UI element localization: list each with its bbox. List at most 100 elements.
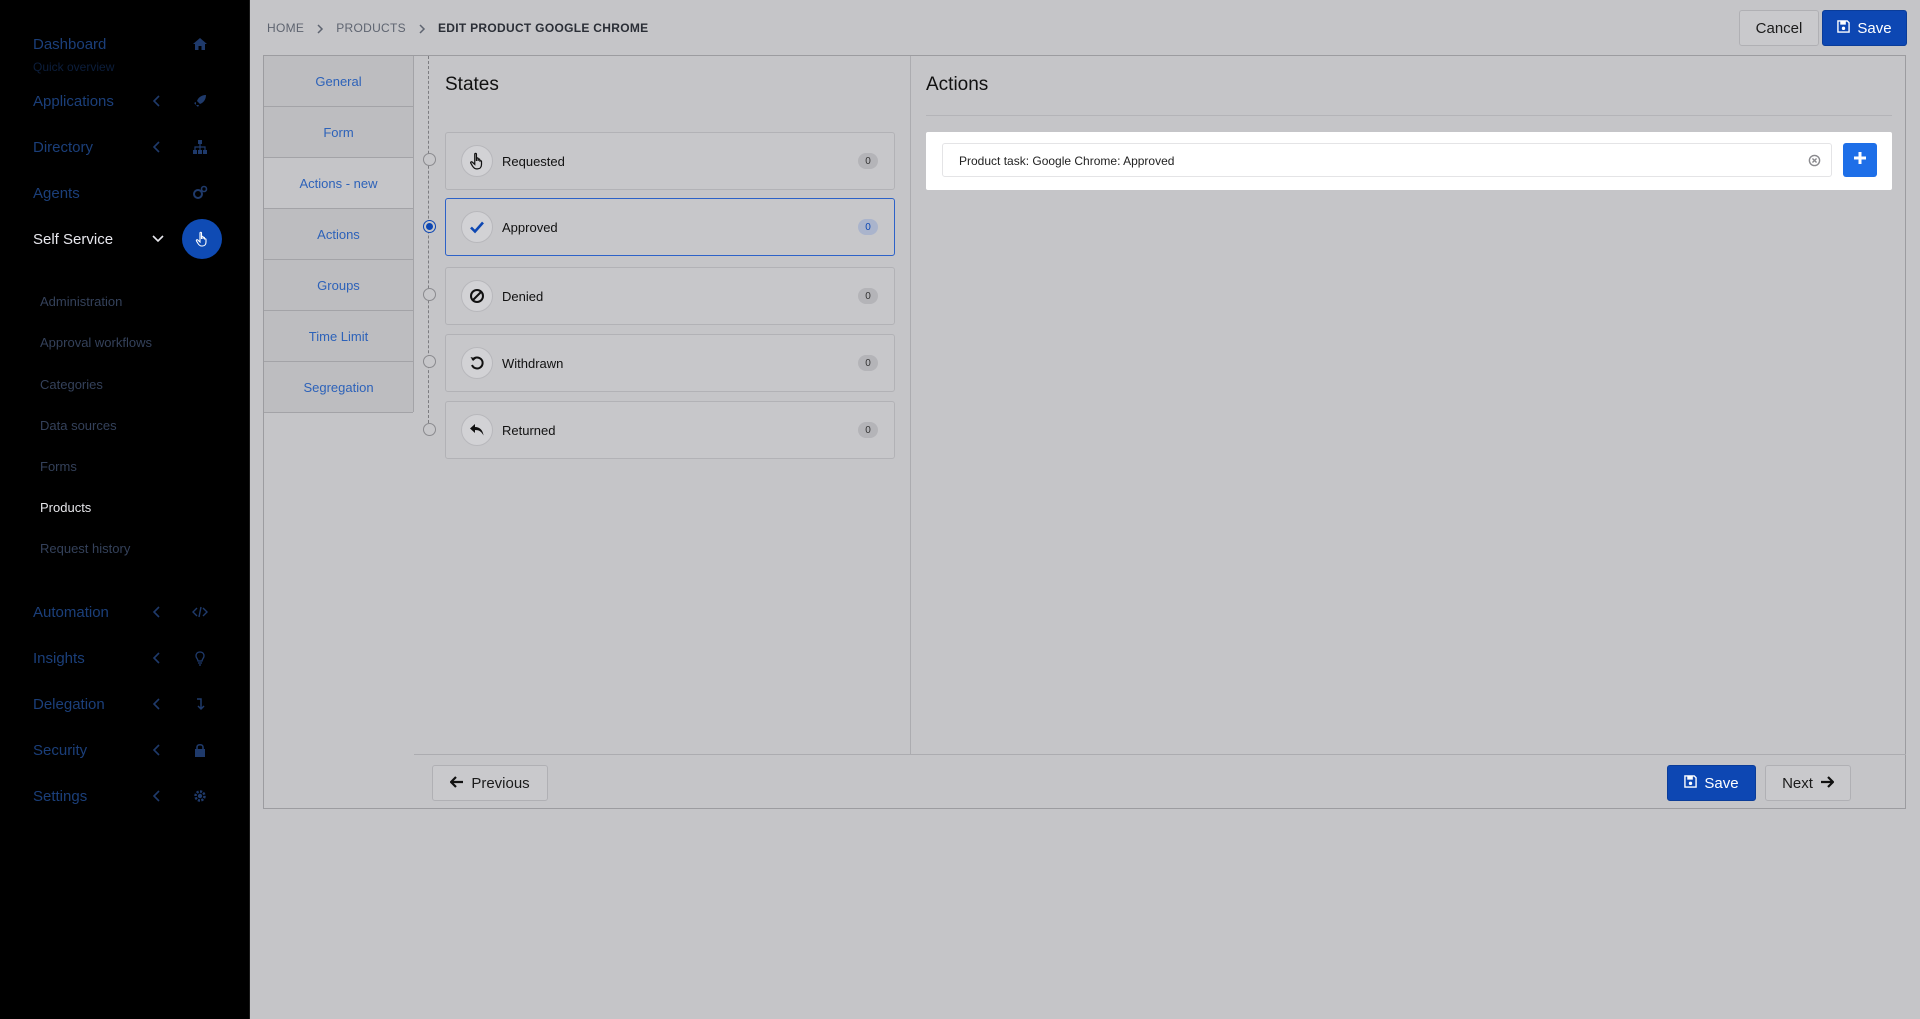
reply-icon	[461, 414, 493, 446]
sidebar-sub-item[interactable]: Approval workflows	[40, 335, 152, 350]
sidebar-sub-item-products[interactable]: Products	[40, 500, 91, 515]
state-count-badge: 0	[858, 219, 878, 235]
save-button[interactable]: Save	[1822, 10, 1907, 46]
state-radio-returned[interactable]	[423, 423, 436, 436]
sidebar-item-label: Settings	[33, 787, 88, 805]
sidebar-sub-item[interactable]: Data sources	[40, 418, 117, 433]
footer-save-button[interactable]: Save	[1667, 765, 1756, 801]
state-count-badge: 0	[858, 355, 878, 371]
tab-time-limit[interactable]: Time Limit	[264, 311, 413, 362]
tab-label: General	[315, 73, 362, 89]
breadcrumb-products[interactable]: PRODUCTS	[336, 21, 406, 35]
sidebar-item-security[interactable]: Security	[0, 730, 250, 770]
sidebar-item-label: Delegation	[33, 695, 105, 713]
code-icon	[192, 604, 208, 620]
tab-general[interactable]: General	[264, 56, 413, 107]
chevron-left-icon	[152, 698, 162, 710]
breadcrumb-current: EDIT PRODUCT GOOGLE CHROME	[437, 21, 649, 35]
lock-icon	[192, 742, 208, 758]
state-radio-requested[interactable]	[423, 153, 436, 166]
state-label: Withdrawn	[502, 356, 564, 371]
sidebar-sub-item[interactable]: Categories	[40, 377, 103, 392]
previous-button-label: Previous	[471, 774, 530, 792]
lightbulb-icon	[192, 650, 208, 666]
sidebar-item-insights[interactable]: Insights	[0, 638, 250, 678]
next-button[interactable]: Next	[1765, 765, 1851, 801]
next-button-label: Next	[1782, 774, 1813, 792]
sidebar-item-label: Insights	[33, 649, 85, 667]
sidebar-item-label: Directory	[33, 138, 94, 156]
ban-icon	[461, 280, 493, 312]
save-icon	[1837, 19, 1851, 37]
state-label: Returned	[502, 423, 556, 438]
state-radio-withdrawn[interactable]	[423, 355, 436, 368]
tab-form[interactable]: Form	[264, 107, 413, 158]
state-card-requested[interactable]: Requested 0	[445, 132, 895, 190]
state-count-badge: 0	[858, 422, 878, 438]
chevron-left-icon	[152, 744, 162, 756]
state-card-denied[interactable]: Denied 0	[445, 267, 895, 325]
state-count-badge: 0	[858, 153, 878, 169]
sidebar-item-delegation[interactable]: Delegation	[0, 684, 250, 724]
previous-button[interactable]: Previous	[432, 765, 548, 801]
divider	[926, 115, 1892, 116]
state-card-approved[interactable]: Approved 0	[445, 198, 895, 256]
gear-icon	[192, 788, 208, 804]
sidebar-item-label: Agents	[33, 184, 80, 202]
breadcrumb-home[interactable]: HOME	[267, 21, 304, 35]
form-footer: Previous Save Next	[414, 754, 1906, 809]
sidebar-item-applications[interactable]: Applications	[0, 81, 250, 121]
state-label: Requested	[502, 154, 565, 169]
check-icon	[461, 211, 493, 243]
cogs-icon	[192, 185, 208, 201]
sidebar: Dashboard Quick overview Applications Di…	[0, 0, 250, 1019]
sidebar-item-dashboard[interactable]: Dashboard	[0, 24, 250, 64]
tab-groups[interactable]: Groups	[264, 260, 413, 311]
tab-list: General Form Actions - new Actions Group…	[264, 56, 414, 413]
chevron-left-icon	[152, 95, 162, 107]
sidebar-item-settings[interactable]: Settings	[0, 776, 250, 816]
tab-actions[interactable]: Actions	[264, 209, 413, 260]
add-action-button[interactable]	[1843, 143, 1877, 177]
tab-segregation[interactable]: Segregation	[264, 362, 413, 413]
arrow-right-icon	[1820, 775, 1835, 792]
sidebar-sub-item[interactable]: Administration	[40, 294, 122, 309]
sitemap-icon	[192, 139, 208, 155]
arrow-left-icon	[449, 775, 464, 792]
state-radio-approved[interactable]	[423, 220, 436, 233]
chevron-left-icon	[152, 141, 162, 153]
sidebar-item-label: Dashboard	[33, 36, 107, 53]
tab-label: Time Limit	[308, 328, 369, 344]
chevron-down-icon	[152, 233, 164, 245]
timeline-line	[428, 56, 429, 428]
action-list: Product task: Google Chrome: Approved	[926, 132, 1892, 190]
action-item-label: Product task: Google Chrome: Approved	[959, 154, 1175, 168]
save-button-label: Save	[1857, 19, 1892, 37]
cancel-button[interactable]: Cancel	[1739, 10, 1819, 46]
tab-label: Form	[323, 124, 354, 140]
states-title: States	[445, 74, 499, 95]
tab-label: Groups	[317, 277, 360, 293]
state-card-withdrawn[interactable]: Withdrawn 0	[445, 334, 895, 392]
state-count-badge: 0	[858, 288, 878, 304]
state-label: Approved	[502, 220, 558, 235]
save-icon	[1684, 774, 1698, 792]
tab-label: Segregation	[303, 379, 374, 395]
state-radio-denied[interactable]	[423, 288, 436, 301]
sidebar-item-automation[interactable]: Automation	[0, 592, 250, 632]
close-icon[interactable]	[1808, 154, 1821, 167]
action-item[interactable]: Product task: Google Chrome: Approved	[942, 143, 1832, 177]
sidebar-item-agents[interactable]: Agents	[0, 173, 250, 213]
home-icon	[192, 36, 208, 52]
sidebar-item-directory[interactable]: Directory	[0, 127, 250, 167]
chevron-right-icon	[418, 23, 426, 34]
level-down-icon	[192, 696, 208, 712]
sidebar-sub-item[interactable]: Request history	[40, 541, 130, 556]
sidebar-sub-item[interactable]: Forms	[40, 459, 77, 474]
product-editor-card: General Form Actions - new Actions Group…	[263, 55, 1906, 809]
tab-actions-new[interactable]: Actions - new	[264, 158, 413, 209]
undo-icon	[461, 347, 493, 379]
tab-label: Actions - new	[299, 175, 378, 191]
state-card-returned[interactable]: Returned 0	[445, 401, 895, 459]
rocket-icon	[192, 93, 208, 109]
